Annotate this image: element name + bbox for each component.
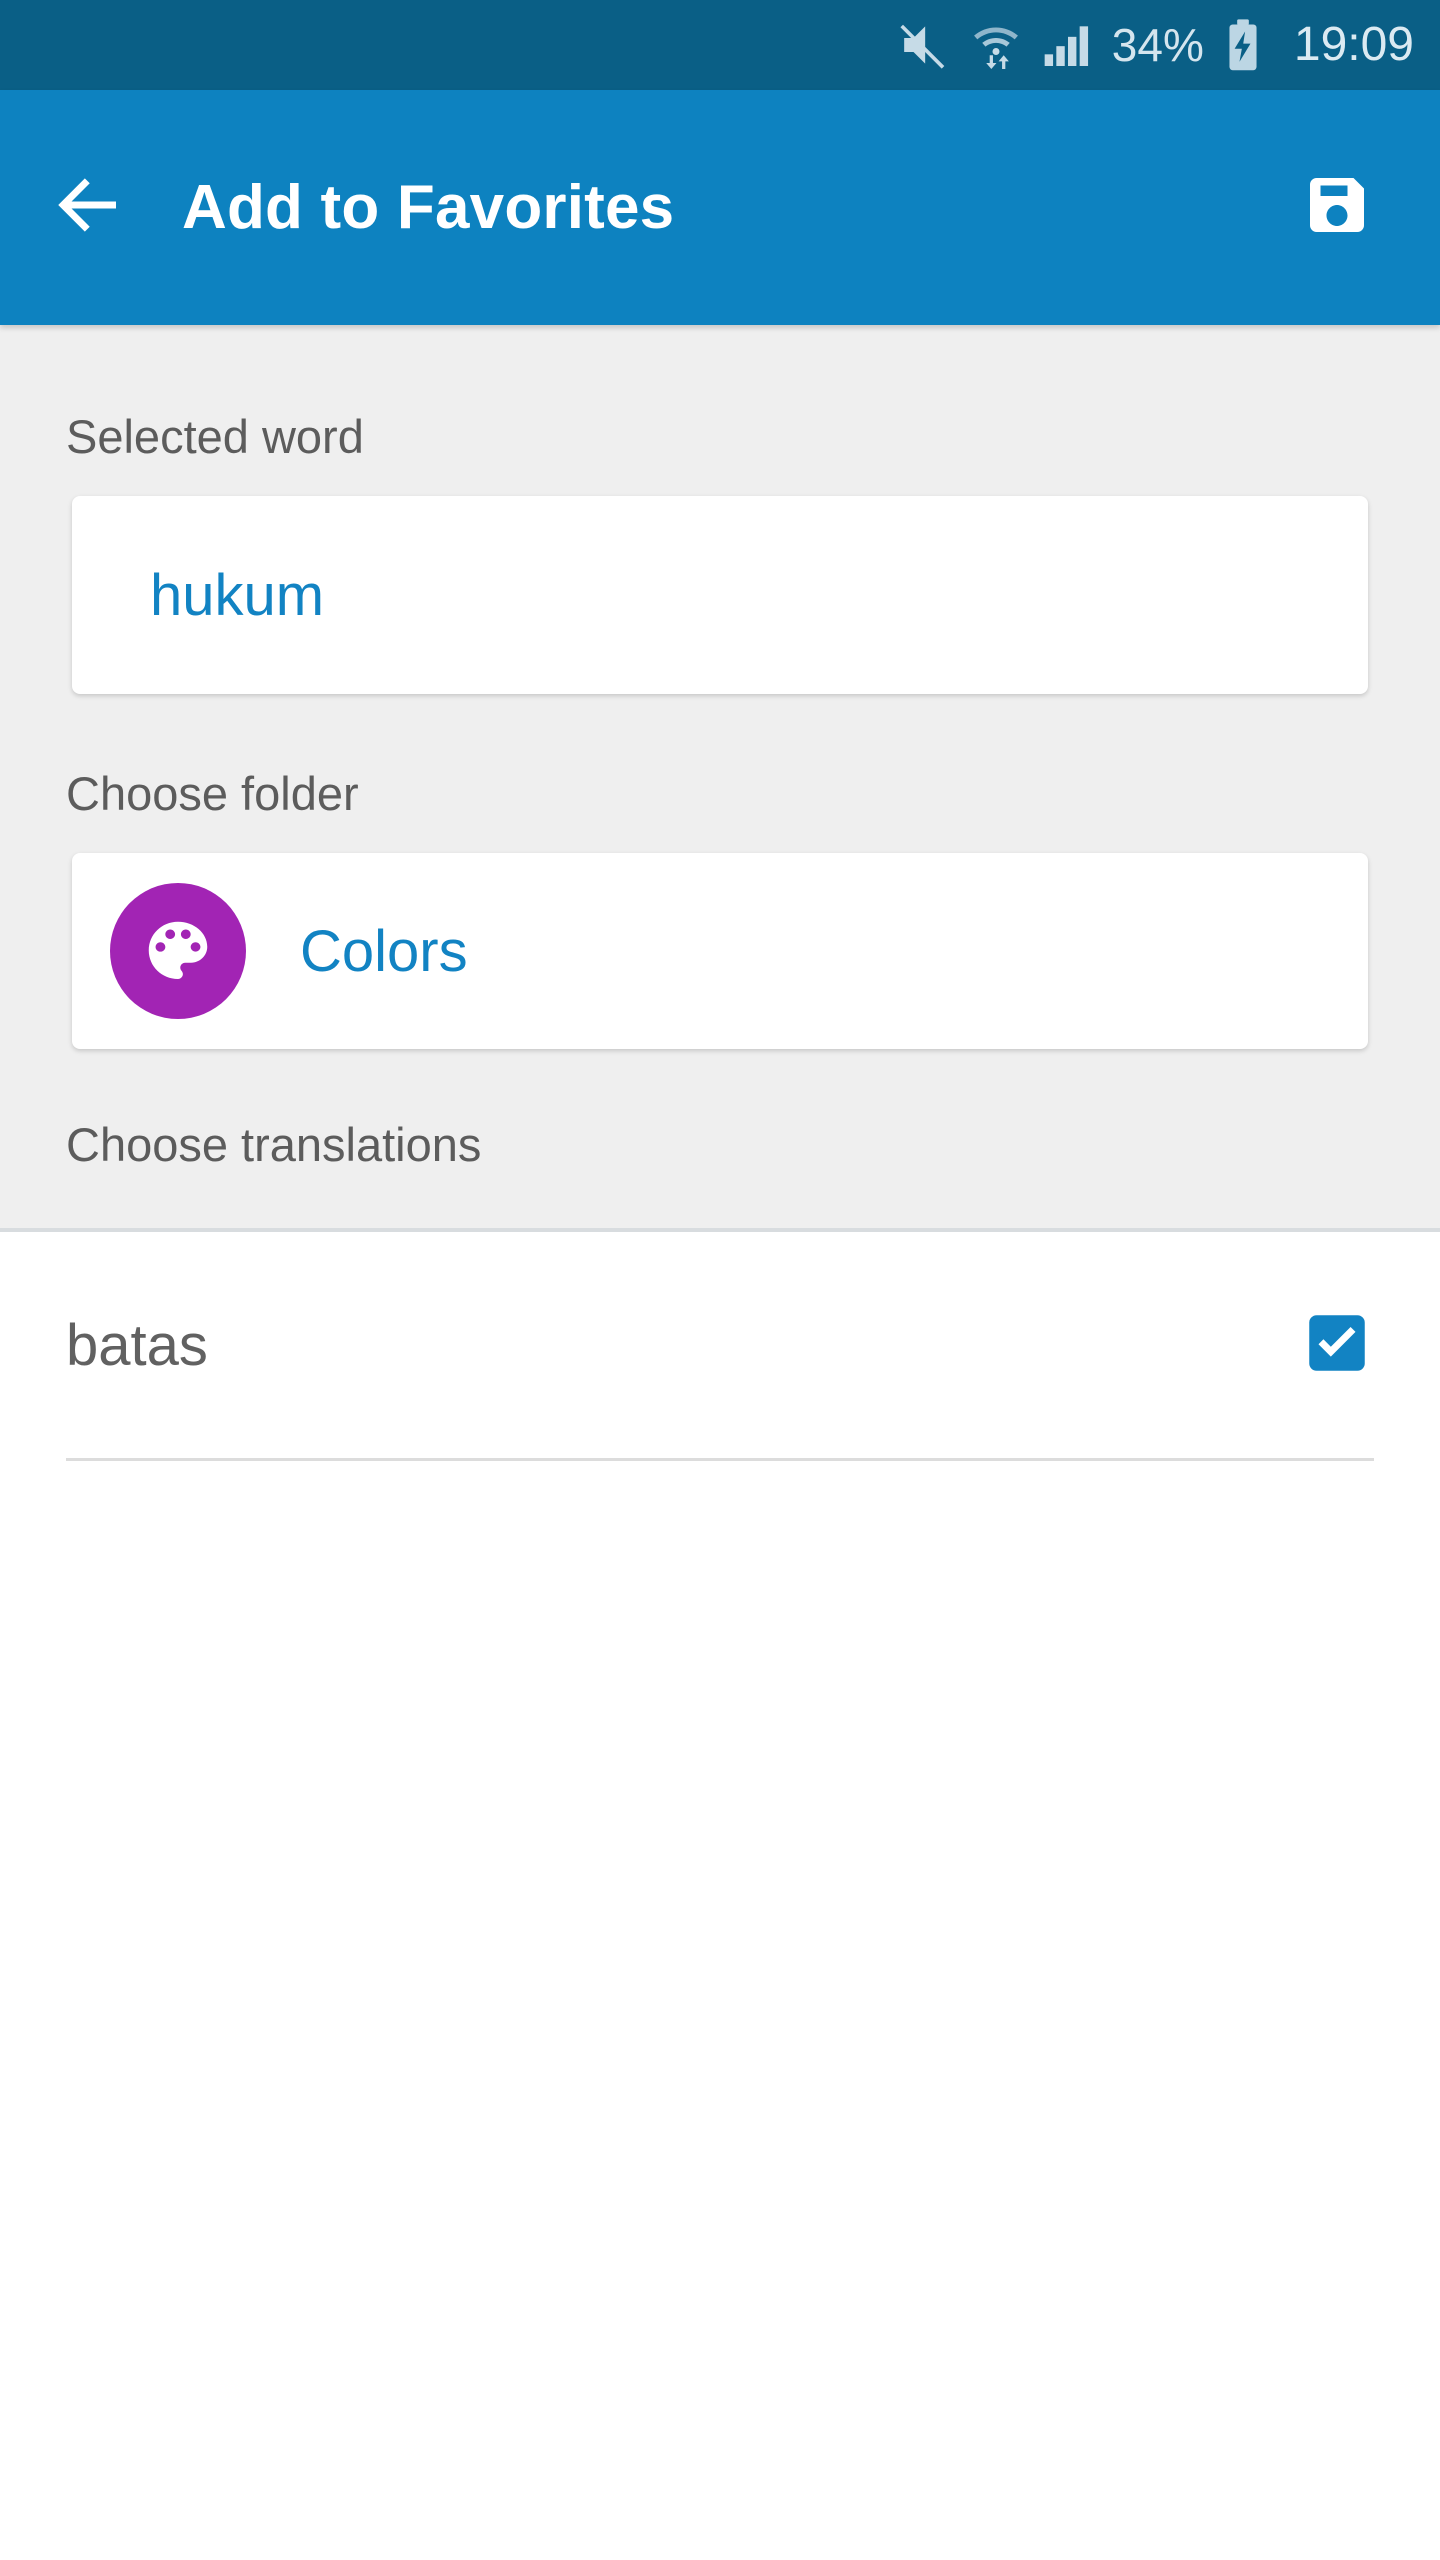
app-bar: Add to Favorites (0, 90, 1440, 325)
page-title: Add to Favorites (182, 173, 675, 242)
selected-word-input[interactable]: hukum (72, 496, 1368, 694)
wifi-icon (968, 17, 1024, 73)
folder-selector[interactable]: Colors (72, 853, 1368, 1049)
choose-translations-label: Choose translations (66, 1118, 482, 1171)
floppy-disk-save-icon (1301, 169, 1373, 246)
arrow-left-icon (46, 163, 130, 252)
list-divider (66, 1458, 1374, 1461)
save-button[interactable] (1282, 153, 1392, 263)
selected-word-label: Selected word (66, 410, 364, 463)
palette-icon (110, 883, 246, 1019)
clock-label: 19:09 (1293, 18, 1414, 71)
mute-icon (896, 17, 952, 73)
list-item[interactable]: batas (0, 1232, 1440, 1458)
back-button[interactable] (28, 148, 148, 268)
translation-text: batas (66, 1312, 208, 1378)
choose-folder-label: Choose folder (66, 767, 359, 820)
form-section: Selected word hukum Choose folder Colors… (0, 325, 1440, 1232)
battery-charging-icon (1220, 17, 1266, 73)
content-area: Selected word hukum Choose folder Colors… (0, 325, 1440, 2560)
signal-icon (1040, 17, 1096, 73)
status-bar: 34% 19:09 (0, 0, 1440, 90)
translations-list: batas (0, 1232, 1440, 1461)
status-bar-icons: 34% 19:09 (896, 17, 1414, 73)
checkbox-checked-icon (1300, 1306, 1374, 1385)
battery-percent-label: 34% (1111, 19, 1204, 71)
folder-name-label: Colors (300, 918, 468, 984)
translation-checkbox[interactable] (1300, 1308, 1374, 1382)
selected-word-value: hukum (150, 562, 325, 628)
